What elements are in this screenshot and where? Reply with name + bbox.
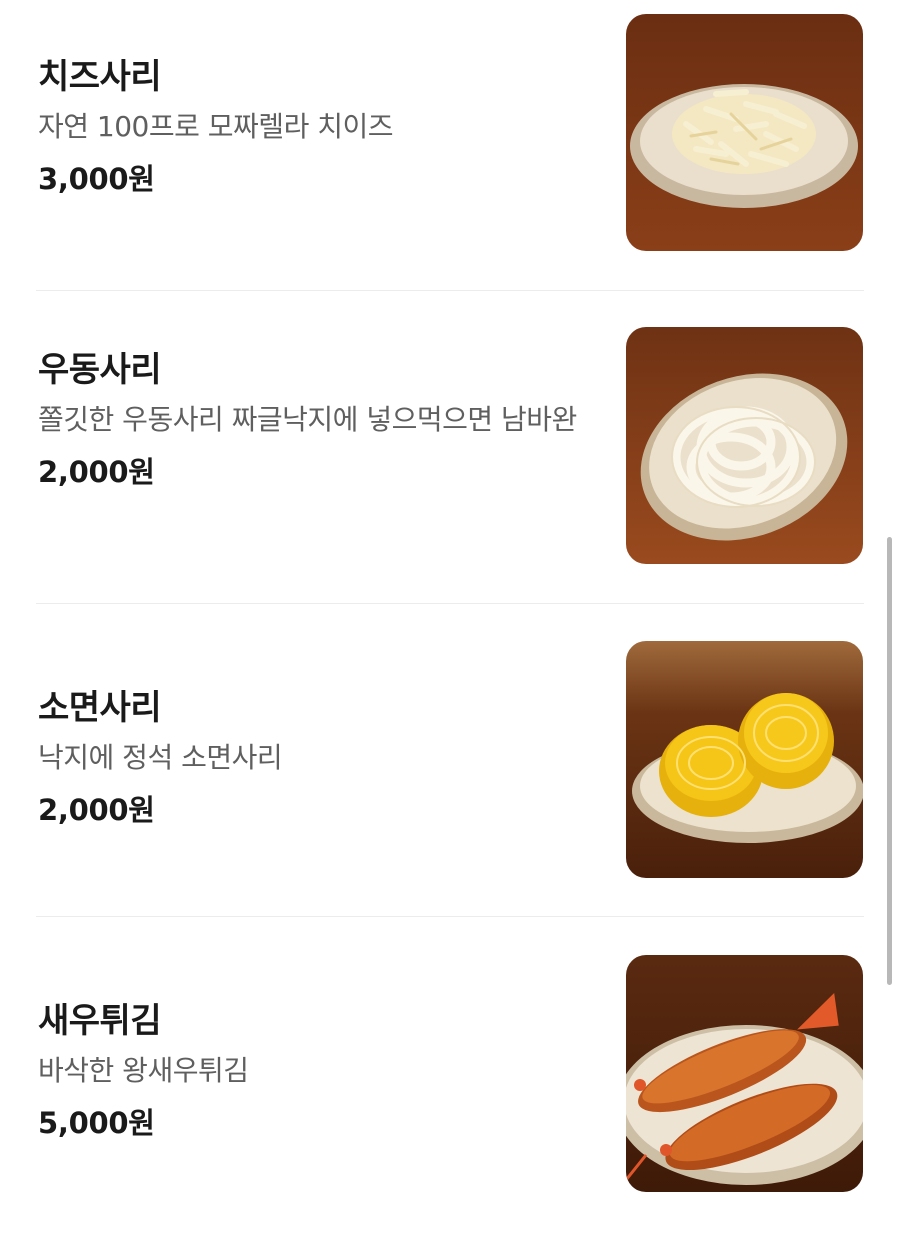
menu-item-udon[interactable]: 우동사리 쫄깃한 우동사리 짜글낙지에 넣으먹으면 남바완 2,000원 <box>0 313 900 626</box>
menu-item-shrimp[interactable]: 새우튀김 바삭한 왕새우튀김 5,000원 <box>0 939 900 1252</box>
udon-noodle-photo[interactable] <box>626 327 863 564</box>
scrollbar[interactable] <box>887 537 892 985</box>
menu-item-description: 낙지에 정석 소면사리 <box>38 741 283 774</box>
menu-item-description: 자연 100프로 모짜렐라 치이즈 <box>38 110 394 143</box>
menu-item-name: 소면사리 <box>38 688 162 728</box>
menu-item-text: 새우튀김 바삭한 왕새우튀김 5,000원 <box>38 1001 578 1143</box>
menu-item-price: 2,000원 <box>38 793 155 827</box>
menu-item-text: 우동사리 쫄깃한 우동사리 짜글낙지에 넣으먹으면 남바완 2,000원 <box>38 350 578 492</box>
divider <box>36 290 864 291</box>
menu-item-description: 쫄깃한 우동사리 짜글낙지에 넣으먹으면 남바완 <box>38 403 577 436</box>
menu-item-price: 5,000원 <box>38 1106 155 1140</box>
menu-item-price: 2,000원 <box>38 455 155 489</box>
menu-item-text: 치즈사리 자연 100프로 모짜렐라 치이즈 3,000원 <box>38 57 578 199</box>
menu-item-text: 소면사리 낙지에 정석 소면사리 2,000원 <box>38 688 578 830</box>
menu-item-name: 치즈사리 <box>38 57 162 97</box>
menu-item-description: 바삭한 왕새우튀김 <box>38 1054 249 1087</box>
menu-item-name: 새우튀김 <box>38 1001 162 1041</box>
menu-item-somyeon[interactable]: 소면사리 낙지에 정석 소면사리 2,000원 <box>0 626 900 939</box>
divider <box>36 603 864 604</box>
somyeon-noodle-photo[interactable] <box>626 641 863 878</box>
menu-item-price: 3,000원 <box>38 162 155 196</box>
divider <box>36 916 864 917</box>
cheese-topping-photo[interactable] <box>626 14 863 251</box>
menu-item-name: 우동사리 <box>38 350 162 390</box>
fried-shrimp-photo[interactable] <box>626 955 863 1192</box>
menu-item-cheese[interactable]: 치즈사리 자연 100프로 모짜렐라 치이즈 3,000원 <box>0 0 900 313</box>
